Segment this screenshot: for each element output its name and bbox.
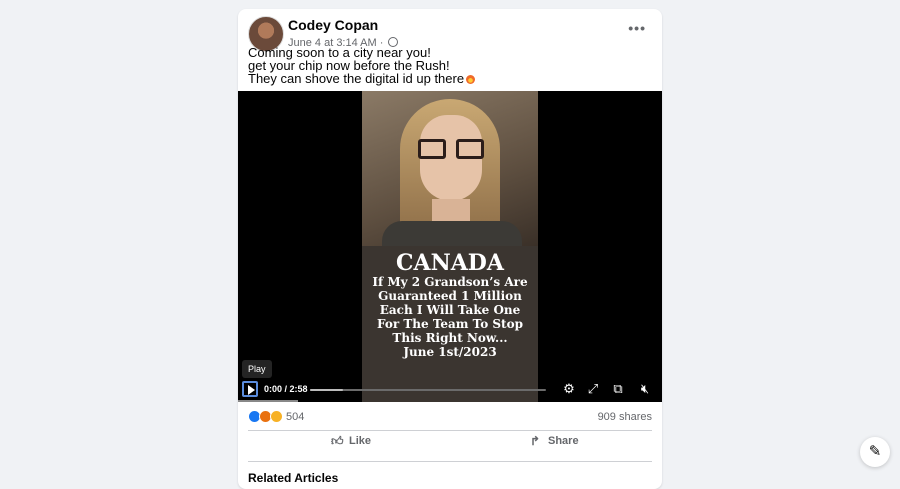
post-card: Codey Copan June 4 at 3:14 AM · ••• Comi… — [238, 9, 662, 489]
video-frame: CANADA If My 2 Grandson’s Are Guaranteed… — [362, 91, 538, 402]
caption-line: Guaranteed 1 Million — [378, 289, 522, 303]
share-button[interactable]: ↱ Share — [530, 434, 579, 452]
like-button[interactable]: 👍︎ Like — [331, 434, 371, 452]
caption-line: For The Team To Stop — [376, 317, 523, 331]
thumbs-up-icon: 👍︎ — [331, 434, 344, 448]
share-icon: ↱ — [530, 434, 541, 448]
caption-line: Each I Will Take One — [379, 303, 521, 317]
compose-button[interactable]: ✎ — [860, 437, 890, 467]
video-controls: 0:00 / 2:58 ⚙ ⤢ ⧉ 🔇︎ — [238, 379, 662, 401]
reaction-count[interactable]: 504 — [286, 411, 304, 423]
divider — [248, 461, 652, 462]
caption-line: This Right Now... — [392, 331, 508, 345]
divider — [248, 430, 652, 431]
progress-bar[interactable] — [310, 389, 546, 391]
play-tooltip: Play — [242, 360, 272, 378]
mute-icon[interactable]: 🔇︎ — [638, 382, 652, 396]
edit-icon: ✎ — [868, 443, 882, 460]
video-person — [362, 91, 538, 251]
pip-icon[interactable]: ⧉ — [611, 382, 625, 396]
post-text-line: They can shove the digital id up there — [248, 72, 652, 85]
caption-line: If My 2 Grandson’s Are — [372, 275, 528, 289]
caption-line: June 1st/2023 — [403, 345, 497, 359]
author-name[interactable]: Codey Copan — [288, 17, 378, 33]
share-label: Share — [548, 435, 579, 447]
post-text: Coming soon to a city near you! get your… — [248, 46, 652, 85]
wow-icon — [270, 410, 283, 423]
like-label: Like — [349, 435, 372, 447]
fullscreen-icon[interactable]: ⤢ — [586, 382, 600, 396]
fire-icon — [466, 75, 476, 84]
reactions-row: 504 909 shares — [248, 409, 652, 425]
video-time: 0:00 / 2:58 — [264, 384, 308, 394]
more-options-icon[interactable]: ••• — [628, 20, 646, 36]
related-articles-heading: Related Articles — [248, 471, 339, 485]
caption-title: CANADA — [396, 250, 504, 276]
video-player[interactable]: CANADA If My 2 Grandson’s Are Guaranteed… — [238, 91, 662, 402]
progress-fill — [310, 389, 344, 391]
reaction-icons[interactable] — [248, 410, 284, 424]
video-bottom-bar — [238, 400, 298, 402]
gear-icon[interactable]: ⚙ — [562, 382, 576, 396]
play-icon[interactable] — [242, 381, 258, 397]
share-count[interactable]: 909 shares — [598, 411, 652, 423]
